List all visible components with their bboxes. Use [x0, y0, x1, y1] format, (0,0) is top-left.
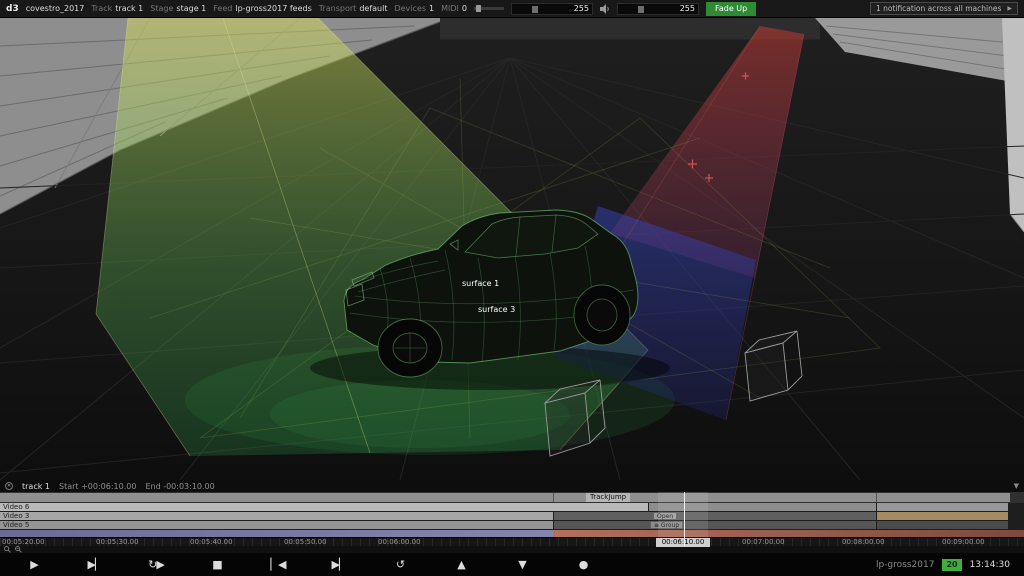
- clip-bar[interactable]: [0, 521, 553, 529]
- skip-to-start-button[interactable]: ▏◀: [258, 558, 298, 571]
- speaker-icon: [600, 4, 610, 14]
- stop-button[interactable]: ■: [197, 558, 237, 571]
- section-bar[interactable]: [0, 493, 1010, 502]
- collapse-timeline-icon[interactable]: ▼: [1014, 482, 1019, 490]
- menu-devices[interactable]: Devices 1: [394, 4, 434, 13]
- timeline-header: ✕ track 1 Start +00:06:10.00 End -00:03:…: [0, 480, 1024, 492]
- volume-slider[interactable]: 255: [617, 3, 699, 15]
- play-to-next-icon: ▶▏: [88, 558, 103, 571]
- midi-slider-knob[interactable]: [476, 5, 481, 12]
- skip-to-start-icon: ▏◀: [271, 558, 286, 571]
- skip-to-next-button[interactable]: ▶▏: [319, 558, 359, 571]
- surface-1-label[interactable]: surface 1: [462, 279, 499, 288]
- skip-to-next-icon: ▶▏: [332, 558, 347, 571]
- zoom-out-icon[interactable]: [4, 546, 11, 553]
- menu-feed[interactable]: Feed lp-gross2017 feeds: [213, 4, 312, 13]
- brightness-slider[interactable]: 255: [511, 3, 593, 15]
- loop-play-icon: ↻▶: [148, 558, 164, 571]
- move-down-button[interactable]: ▼: [502, 558, 542, 571]
- zoom-in-icon[interactable]: [15, 546, 22, 553]
- close-track-icon[interactable]: ✕: [5, 482, 13, 490]
- menu-midi[interactable]: MIDI 0: [441, 4, 467, 13]
- colour-segment-blue[interactable]: [0, 530, 553, 537]
- volume-slider-handle[interactable]: [638, 6, 644, 13]
- playhead[interactable]: [684, 492, 685, 546]
- d3-logo[interactable]: d3: [6, 4, 19, 14]
- clip-bar[interactable]: [877, 512, 1008, 520]
- move-down-icon: ▼: [518, 558, 525, 571]
- clock: 13:14:30: [970, 560, 1010, 570]
- timeline-ruler[interactable]: 00:05:20.00 00:05:30.00 00:05:40.00 00:0…: [0, 537, 1024, 546]
- menu-stage[interactable]: Stage stage 1: [150, 4, 206, 13]
- menu-track[interactable]: Track track 1: [91, 4, 143, 13]
- loop-play-button[interactable]: ↻▶: [136, 558, 176, 571]
- d3-application-window: d3 covestro_2017 Track track 1 Stage sta…: [0, 0, 1024, 576]
- layer-name[interactable]: Video 5: [3, 521, 29, 529]
- play-button[interactable]: ▶: [14, 558, 54, 571]
- move-up-icon: ▲: [457, 558, 464, 571]
- track-name[interactable]: track 1: [22, 482, 50, 491]
- notification-label: 1 notification across all machines: [876, 4, 1001, 13]
- machine-name: lp-gross2017: [876, 560, 934, 570]
- surface-3-label[interactable]: surface 3: [478, 305, 515, 314]
- stage-3d-scene: surface 1 surface 3: [0, 18, 1024, 480]
- record-button[interactable]: ●: [563, 558, 603, 571]
- track-end-label: End -00:03:10.00: [145, 482, 214, 491]
- notification-dropdown[interactable]: 1 notification across all machines ▶: [870, 2, 1018, 15]
- brightness-slider-handle[interactable]: [532, 6, 538, 13]
- brightness-value: 255: [574, 4, 589, 13]
- colour-keyframe-track[interactable]: [0, 530, 1024, 537]
- trackjump-tag[interactable]: TrackJump: [586, 493, 630, 502]
- record-icon: ●: [579, 558, 588, 571]
- clip-bar[interactable]: [554, 512, 876, 520]
- layer-name[interactable]: Video 3: [3, 512, 29, 520]
- section-divider: [876, 493, 877, 502]
- layer-row-video5[interactable]: Video 5 ≡ Group: [0, 521, 1024, 530]
- top-menubar: d3 covestro_2017 Track track 1 Stage sta…: [0, 0, 1024, 18]
- clip-bar[interactable]: [554, 521, 876, 529]
- section-divider: [553, 493, 554, 502]
- volume-value: 255: [680, 4, 695, 13]
- move-up-button[interactable]: ▲: [441, 558, 481, 571]
- timeline-zoom-strip: [0, 546, 1024, 553]
- layer-name[interactable]: Video 6: [3, 503, 29, 511]
- clip-bar[interactable]: [0, 503, 648, 511]
- clip-bar[interactable]: [877, 521, 1008, 529]
- stage-3d-viewport[interactable]: surface 1 surface 3: [0, 18, 1024, 480]
- colour-segment-red[interactable]: [553, 530, 1024, 537]
- layer-row-video3[interactable]: Video 3 Open: [0, 512, 1024, 521]
- car-rear-wheel: [574, 285, 630, 345]
- fade-up-button[interactable]: Fade Up: [706, 2, 756, 16]
- play-to-next-button[interactable]: ▶▏: [75, 558, 115, 571]
- timeline-section-row[interactable]: TrackJump: [0, 492, 1024, 503]
- midi-slider[interactable]: [474, 7, 504, 10]
- clip-bar[interactable]: [0, 512, 553, 520]
- layer-row-video6[interactable]: Video 6: [0, 503, 1024, 512]
- undo-icon: ↺: [396, 558, 404, 571]
- chevron-right-icon: ▶: [1007, 5, 1012, 12]
- undo-button[interactable]: ↺: [380, 558, 420, 571]
- menu-transport[interactable]: Transport default: [319, 4, 388, 13]
- current-time-display: 00:06:10.00: [656, 538, 710, 547]
- clip-bar[interactable]: [877, 503, 1008, 511]
- stop-icon: ■: [212, 558, 221, 571]
- car-front-wheel: [378, 319, 442, 377]
- transport-status: lp-gross2017 20 13:14:30: [876, 559, 1010, 571]
- project-name[interactable]: covestro_2017: [26, 4, 85, 13]
- track-start-label: Start +00:06:10.00: [59, 482, 136, 491]
- play-icon: ▶: [30, 558, 37, 571]
- fps-badge: 20: [942, 559, 961, 571]
- transport-bar: ▶ ▶▏ ↻▶ ■ ▏◀ ▶▏ ↺ ▲ ▼ ● lp-gross2017 20 …: [0, 553, 1024, 576]
